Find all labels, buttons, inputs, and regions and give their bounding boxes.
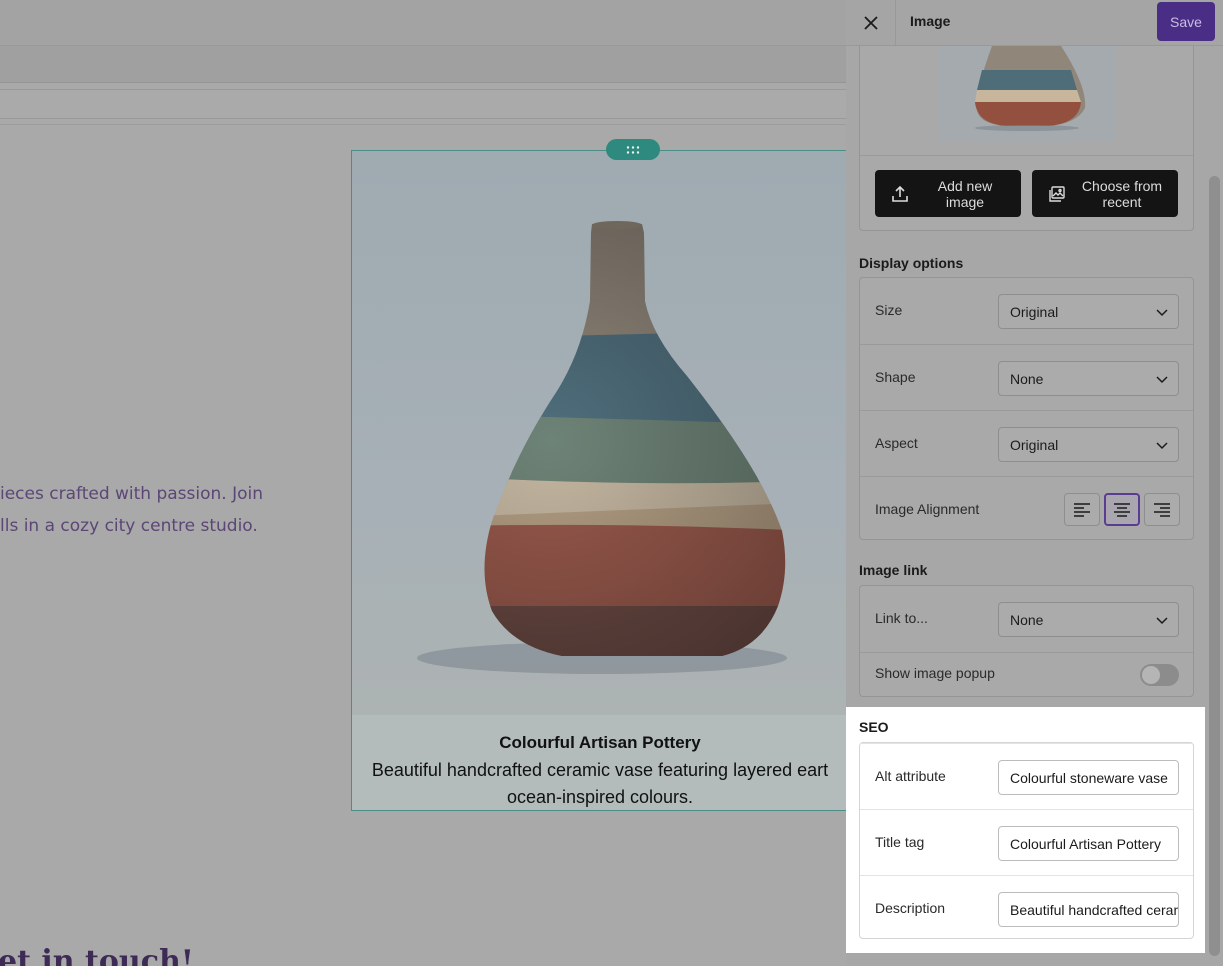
panel-title: Image — [910, 13, 951, 29]
description-label: Description — [875, 900, 946, 916]
divider — [0, 124, 846, 125]
choose-from-recent-label: Choose from recent — [1081, 177, 1163, 210]
editor-canvas: ieces crafted with passion. Join lls in … — [0, 0, 846, 966]
chevron-down-icon — [1156, 442, 1168, 450]
panel-scrollbar[interactable] — [1209, 176, 1220, 956]
popup-label: Show image popup — [875, 665, 995, 681]
aspect-select[interactable]: Original — [998, 427, 1179, 462]
title-tag-input[interactable]: Colourful Artisan Pottery — [998, 826, 1179, 861]
size-label: Size — [875, 302, 903, 318]
display-options-card: Size Original Shape None Aspect Original… — [859, 277, 1194, 540]
close-button[interactable] — [846, 0, 896, 46]
popup-toggle[interactable] — [1140, 664, 1179, 686]
toggle-knob — [1142, 666, 1160, 684]
shape-value: None — [1010, 371, 1044, 387]
aspect-label: Aspect — [875, 435, 918, 451]
image-link-title: Image link — [859, 562, 928, 578]
chevron-down-icon — [1156, 309, 1168, 317]
shape-select[interactable]: None — [998, 361, 1179, 396]
chevron-down-icon — [1156, 376, 1168, 384]
alt-label: Alt attribute — [875, 768, 946, 784]
alt-row: Alt attribute Colourful stoneware vase — [860, 743, 1193, 809]
editor-toolbar — [0, 46, 846, 83]
size-select[interactable]: Original — [998, 294, 1179, 329]
choose-from-recent-button[interactable]: Choose from recent — [1032, 170, 1178, 217]
aspect-value: Original — [1010, 437, 1059, 453]
vase-thumbnail — [975, 46, 1086, 131]
alignment-row: Image Alignment — [860, 476, 1193, 542]
caption-text: Beautiful handcrafted ceramic vase featu… — [371, 760, 829, 807]
align-center-button[interactable] — [1104, 493, 1140, 526]
panel-header: Image Save — [846, 0, 1223, 46]
link-select[interactable]: None — [998, 602, 1179, 637]
chevron-down-icon — [1156, 617, 1168, 625]
link-value: None — [1010, 612, 1044, 628]
image-block[interactable]: Colourful Artisan Pottery Beautiful hand… — [351, 150, 846, 811]
image-link-card: Link to... None Show image popup — [859, 585, 1194, 697]
caption-title: Colourful Artisan Pottery — [499, 733, 701, 752]
size-value: Original — [1010, 304, 1059, 320]
align-left-button[interactable] — [1064, 493, 1100, 526]
divider — [860, 155, 1193, 156]
grip-dots-icon — [626, 145, 640, 154]
alignment-group — [1064, 493, 1180, 526]
align-center-icon — [1114, 502, 1130, 517]
add-new-image-label: Add new image — [937, 177, 993, 210]
image-preview-card: Add new image Choose from recent — [859, 20, 1194, 231]
image-preview — [937, 46, 1116, 141]
shape-label: Shape — [875, 369, 916, 385]
editor-subtoolbar — [0, 89, 846, 119]
close-icon — [863, 16, 878, 30]
align-left-icon — [1074, 502, 1090, 517]
image-caption: Colourful Artisan Pottery Beautiful hand… — [352, 715, 846, 810]
aspect-row: Aspect Original — [860, 410, 1193, 476]
vase-photo — [352, 151, 846, 715]
title-tag-row: Title tag Colourful Artisan Pottery — [860, 809, 1193, 875]
display-options-title: Display options — [859, 255, 964, 271]
vase-illustration — [417, 221, 787, 674]
seo-card: Alt attribute Colourful stoneware vase T… — [859, 742, 1194, 939]
contact-heading: et in touch! — [0, 944, 194, 966]
link-label: Link to... — [875, 610, 928, 626]
image-settings-panel: Add new image Choose from recent Image S… — [846, 0, 1223, 966]
description-input[interactable]: Beautiful handcrafted ceramic — [998, 892, 1179, 927]
save-button[interactable]: Save — [1157, 2, 1215, 41]
intro-line: lls in a cozy city centre studio. — [0, 516, 258, 536]
intro-paragraph: ieces crafted with passion. Join lls in … — [0, 478, 340, 542]
alignment-label: Image Alignment — [875, 501, 980, 517]
description-row: Description Beautiful handcrafted cerami… — [860, 875, 1193, 941]
popup-row: Show image popup — [860, 652, 1193, 697]
title-tag-label: Title tag — [875, 834, 925, 850]
align-right-icon — [1154, 502, 1170, 517]
intro-line: ieces crafted with passion. Join — [0, 484, 264, 504]
alt-attribute-input[interactable]: Colourful stoneware vase — [998, 760, 1179, 795]
editor-topbar — [0, 0, 846, 46]
align-right-button[interactable] — [1144, 493, 1180, 526]
size-row: Size Original — [860, 278, 1193, 344]
seo-section: SEO Alt attribute Colourful stoneware va… — [846, 707, 1205, 953]
link-row: Link to... None — [860, 586, 1193, 652]
shape-row: Shape None — [860, 344, 1193, 410]
image-gallery-icon — [1040, 185, 1074, 203]
upload-icon — [883, 185, 917, 203]
seo-title: SEO — [859, 719, 889, 735]
add-new-image-button[interactable]: Add new image — [875, 170, 1021, 217]
drag-handle[interactable] — [606, 139, 660, 160]
